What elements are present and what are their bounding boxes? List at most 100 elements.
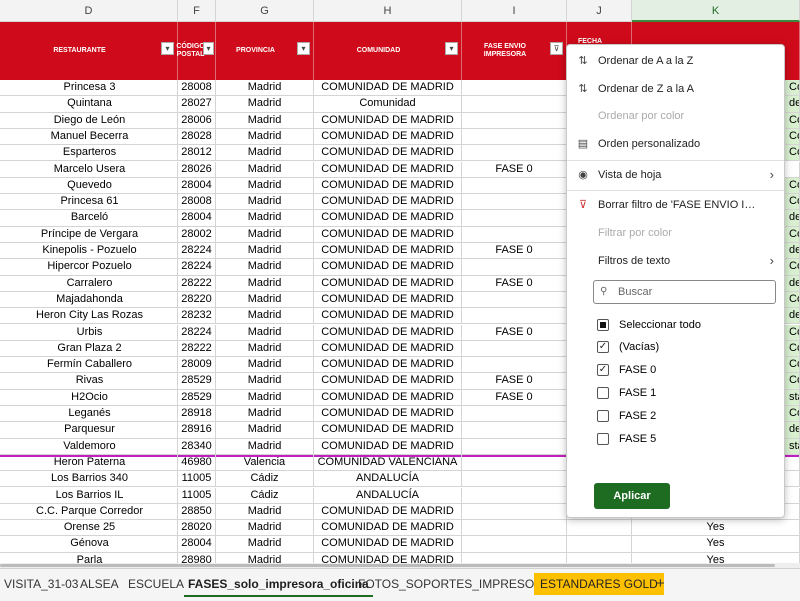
phase-cell[interactable] (462, 357, 567, 374)
sheet-tab-active[interactable]: FASES_solo_impresora_oficina (184, 573, 373, 597)
province-cell[interactable]: Madrid (216, 340, 314, 358)
add-sheet-button[interactable]: + (652, 573, 669, 595)
phase-cell[interactable]: FASE 0 (462, 161, 567, 178)
province-cell[interactable]: Madrid (216, 259, 314, 276)
community-cell[interactable]: COMUNIDAD DE MADRID (314, 128, 462, 146)
checkbox-icon[interactable] (597, 410, 609, 422)
postal-code-cell[interactable]: 28004 (178, 177, 216, 195)
restaurant-cell[interactable]: Majadahonda (0, 291, 178, 309)
province-cell[interactable]: Cádiz (216, 471, 314, 488)
restaurant-cell[interactable]: H2Ocio (0, 389, 178, 406)
postal-code-cell[interactable]: 28008 (178, 80, 216, 97)
checkbox-icon[interactable] (597, 387, 609, 399)
date-cell[interactable] (567, 536, 632, 553)
postal-code-cell[interactable]: 28340 (178, 438, 216, 455)
restaurant-cell[interactable]: Carralero (0, 275, 178, 292)
province-cell[interactable]: Madrid (216, 210, 314, 227)
filter-option-checkbox[interactable]: FASE 5 (597, 429, 797, 449)
sort-za-item[interactable]: ⇅ Ordenar de Z a la A (567, 76, 784, 102)
restaurant-cell[interactable]: Leganés (0, 406, 178, 423)
postal-code-cell[interactable]: 28850 (178, 503, 216, 521)
province-cell[interactable]: Madrid (216, 536, 314, 553)
community-cell[interactable]: Comunidad (314, 96, 462, 113)
postal-code-cell[interactable]: 28220 (178, 291, 216, 309)
community-cell[interactable]: COMUNIDAD DE MADRID (314, 357, 462, 374)
restaurant-cell[interactable]: Manuel Becerra (0, 128, 178, 146)
sheet-tab[interactable]: FOTOS_SOPORTES_IMPRESORAS (354, 573, 563, 595)
filter-dropdown-icon[interactable]: ▾ (445, 42, 458, 55)
restaurant-cell[interactable]: Los Barrios IL (0, 487, 178, 504)
phase-cell[interactable] (462, 112, 567, 129)
postal-code-cell[interactable]: 11005 (178, 471, 216, 488)
restaurant-cell[interactable]: Los Barrios 340 (0, 471, 178, 488)
filter-option-checkbox[interactable]: FASE 1 (597, 383, 797, 403)
phase-cell[interactable] (462, 210, 567, 227)
province-cell[interactable]: Madrid (216, 112, 314, 129)
province-cell[interactable]: Madrid (216, 324, 314, 341)
phase-cell[interactable] (462, 536, 567, 553)
community-cell[interactable]: COMUNIDAD DE MADRID (314, 308, 462, 325)
phase-cell[interactable] (462, 291, 567, 309)
restaurant-cell[interactable]: Quintana (0, 96, 178, 113)
phase-cell[interactable]: FASE 0 (462, 275, 567, 292)
province-cell[interactable]: Madrid (216, 275, 314, 292)
search-input[interactable]: ⚲ Buscar (593, 280, 776, 304)
community-cell[interactable]: COMUNIDAD DE MADRID (314, 291, 462, 309)
phase-cell[interactable]: FASE 0 (462, 373, 567, 390)
select-all-checkbox[interactable]: Seleccionar todo (597, 315, 797, 335)
restaurant-cell[interactable]: Génova (0, 536, 178, 553)
province-cell[interactable]: Madrid (216, 161, 314, 178)
postal-code-cell[interactable]: 28918 (178, 406, 216, 423)
column-header-i[interactable]: I (462, 0, 567, 22)
community-cell[interactable]: COMUNIDAD DE MADRID (314, 438, 462, 455)
postal-code-cell[interactable]: 28004 (178, 536, 216, 553)
restaurant-cell[interactable]: C.C. Parque Corredor (0, 503, 178, 521)
postal-code-cell[interactable]: 28232 (178, 308, 216, 325)
province-cell[interactable]: Madrid (216, 438, 314, 455)
column-header-j[interactable]: J (567, 0, 632, 22)
filter-option-checkbox[interactable]: FASE 2 (597, 406, 797, 426)
filter-option-checkbox[interactable]: ✓ (Vacías) (597, 337, 797, 357)
community-cell[interactable]: COMUNIDAD DE MADRID (314, 161, 462, 178)
k-cell[interactable]: Yes (632, 520, 800, 537)
postal-code-cell[interactable]: 28224 (178, 259, 216, 276)
phase-cell[interactable] (462, 226, 567, 243)
filter-dropdown-icon[interactable]: ▾ (203, 42, 214, 55)
phase-cell[interactable]: FASE 0 (462, 243, 567, 260)
postal-code-cell[interactable]: 28027 (178, 96, 216, 113)
community-cell[interactable]: COMUNIDAD DE MADRID (314, 406, 462, 423)
restaurant-cell[interactable]: Heron Paterna (0, 454, 178, 472)
phase-cell[interactable] (462, 80, 567, 97)
custom-sort-item[interactable]: ▤ Orden personalizado (567, 131, 784, 157)
community-cell[interactable]: COMUNIDAD DE MADRID (314, 324, 462, 341)
restaurant-cell[interactable]: Príncipe de Vergara (0, 226, 178, 243)
province-cell[interactable]: Cádiz (216, 487, 314, 504)
community-cell[interactable]: COMUNIDAD DE MADRID (314, 243, 462, 260)
province-cell[interactable]: Madrid (216, 145, 314, 162)
phase-cell[interactable] (462, 194, 567, 211)
restaurant-cell[interactable]: Princesa 3 (0, 80, 178, 97)
province-cell[interactable]: Madrid (216, 422, 314, 439)
restaurant-cell[interactable]: Marcelo Usera (0, 161, 178, 178)
province-cell[interactable]: Madrid (216, 520, 314, 537)
text-filters-item[interactable]: Filtros de texto › (567, 248, 784, 274)
postal-code-cell[interactable]: 46980 (178, 454, 216, 472)
postal-code-cell[interactable]: 11005 (178, 487, 216, 504)
province-cell[interactable]: Madrid (216, 128, 314, 146)
province-cell[interactable]: Madrid (216, 308, 314, 325)
province-cell[interactable]: Madrid (216, 96, 314, 113)
postal-code-cell[interactable]: 28012 (178, 145, 216, 162)
date-cell[interactable] (567, 520, 632, 537)
restaurant-cell[interactable]: Esparteros (0, 145, 178, 162)
restaurant-cell[interactable]: Princesa 61 (0, 194, 178, 211)
community-cell[interactable]: COMUNIDAD DE MADRID (314, 226, 462, 243)
community-cell[interactable]: COMUNIDAD DE MADRID (314, 389, 462, 406)
province-cell[interactable]: Madrid (216, 406, 314, 423)
sheet-tab[interactable]: VISITA_31-03 (0, 573, 82, 595)
postal-code-cell[interactable]: 28529 (178, 373, 216, 390)
phase-cell[interactable] (462, 177, 567, 195)
community-cell[interactable]: COMUNIDAD DE MADRID (314, 194, 462, 211)
community-cell[interactable]: COMUNIDAD DE MADRID (314, 520, 462, 537)
restaurant-cell[interactable]: Parquesur (0, 422, 178, 439)
restaurant-cell[interactable]: Rivas (0, 373, 178, 390)
